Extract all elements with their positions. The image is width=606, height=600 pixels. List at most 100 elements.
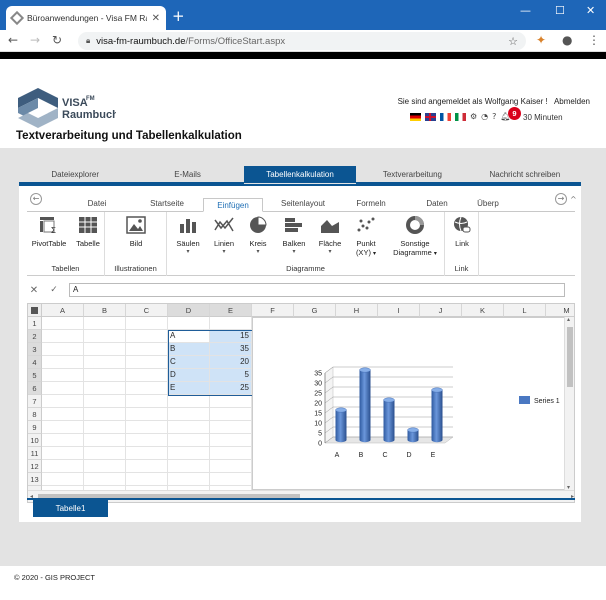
help-icon[interactable]: ?	[492, 112, 496, 121]
grid-cell[interactable]: B	[168, 343, 210, 356]
bookmark-star-icon[interactable]: ☆	[508, 35, 518, 48]
grid-cell[interactable]	[168, 460, 210, 473]
grid-cell[interactable]	[126, 382, 168, 395]
profile-avatar-icon[interactable]: ●	[562, 33, 572, 47]
grid-cell[interactable]	[42, 369, 84, 382]
grid-cell[interactable]	[126, 473, 168, 486]
row-header[interactable]: 1	[28, 317, 42, 330]
column-header[interactable]: B	[84, 304, 126, 317]
grid-cell[interactable]	[42, 434, 84, 447]
row-header[interactable]: 8	[28, 408, 42, 421]
browser-menu-icon[interactable]: ⋮	[588, 33, 600, 47]
column-header[interactable]: I	[378, 304, 420, 317]
grid-cell[interactable]	[126, 421, 168, 434]
grid-cell[interactable]	[84, 421, 126, 434]
grid-cell[interactable]	[210, 434, 252, 447]
ribbon-next-icon[interactable]: →	[555, 193, 567, 205]
row-header[interactable]: 7	[28, 395, 42, 408]
grid-cell[interactable]	[126, 395, 168, 408]
grid-cell[interactable]	[42, 317, 84, 330]
grid-cell[interactable]	[126, 447, 168, 460]
grid-cell[interactable]	[42, 343, 84, 356]
logout-link[interactable]: Abmelden	[554, 97, 590, 106]
grid-cell[interactable]: 25	[210, 382, 252, 395]
flaeche-button[interactable]: Fläche ▾	[315, 216, 345, 255]
ribbon-tab-einfuegen[interactable]: Einfügen	[203, 198, 263, 212]
column-header[interactable]: G	[294, 304, 336, 317]
cancel-formula-icon[interactable]: ✕	[27, 285, 41, 296]
vertical-scrollbar[interactable]: ▴ ▾	[564, 316, 574, 491]
grid-cell[interactable]	[84, 317, 126, 330]
grid-cell[interactable]	[84, 395, 126, 408]
grid-cell[interactable]	[84, 330, 126, 343]
column-header[interactable]: A	[42, 304, 84, 317]
grid-cell[interactable]: 20	[210, 356, 252, 369]
maximize-button[interactable]: ☐	[555, 4, 565, 17]
grid-cell[interactable]	[84, 369, 126, 382]
grid-cell[interactable]	[84, 434, 126, 447]
tabelle-button[interactable]: Tabelle	[73, 216, 103, 248]
link-button[interactable]: Link	[447, 216, 477, 248]
grid-cell[interactable]	[168, 421, 210, 434]
grid-cell[interactable]	[126, 330, 168, 343]
close-tab-icon[interactable]: ✕	[152, 13, 160, 24]
grid-cell[interactable]: 5	[210, 369, 252, 382]
row-header[interactable]: 4	[28, 356, 42, 369]
vertical-scroll-thumb[interactable]	[567, 327, 573, 387]
column-header[interactable]: C	[126, 304, 168, 317]
row-header[interactable]: 11	[28, 447, 42, 460]
grid-cell[interactable]: A	[168, 330, 210, 343]
ribbon-collapse-icon[interactable]: ^	[570, 195, 577, 204]
row-header[interactable]: 9	[28, 421, 42, 434]
forward-arrow-icon[interactable]: →	[30, 33, 40, 47]
ribbon-tab-startseite[interactable]: Startseite	[137, 197, 197, 211]
row-header[interactable]: 2	[28, 330, 42, 343]
grid-cell[interactable]	[84, 343, 126, 356]
grid-cell[interactable]	[42, 473, 84, 486]
column-header[interactable]: J	[420, 304, 462, 317]
tab-emails[interactable]: E-Mails	[131, 166, 245, 184]
grid-cell[interactable]	[168, 408, 210, 421]
grid-cell[interactable]	[126, 460, 168, 473]
close-window-button[interactable]: ✕	[586, 4, 595, 17]
grid-cell[interactable]	[168, 395, 210, 408]
saeulen-button[interactable]: Säulen ▾	[173, 216, 203, 255]
grid-cell[interactable]	[168, 317, 210, 330]
reload-icon[interactable]: ↻	[52, 33, 62, 47]
grid-cell[interactable]	[84, 408, 126, 421]
column-header[interactable]: E	[210, 304, 252, 317]
column-header[interactable]: L	[504, 304, 546, 317]
pivottable-button[interactable]: Σ PivotTable	[29, 216, 69, 248]
grid-cell[interactable]	[210, 447, 252, 460]
tab-dateiexplorer[interactable]: Dateiexplorer	[19, 166, 132, 184]
grid-cell[interactable]: C	[168, 356, 210, 369]
column-header[interactable]: K	[462, 304, 504, 317]
scroll-up-icon[interactable]: ▴	[567, 316, 570, 323]
tab-nachricht-schreiben[interactable]: Nachricht schreiben	[468, 166, 582, 184]
chart-object[interactable]: 0 5 10 15 20 25 30 35 A B C D E Series 1	[252, 317, 568, 490]
grid-cell[interactable]	[210, 473, 252, 486]
column-header[interactable]: D	[168, 304, 210, 317]
grid-cell[interactable]	[126, 408, 168, 421]
grid-cell[interactable]	[42, 330, 84, 343]
ribbon-tab-datei[interactable]: Datei	[67, 197, 127, 211]
visa-fm-logo[interactable]: VISA FM Raumbuch	[16, 86, 119, 128]
sonstige-diagramme-button[interactable]: Sonstige Diagramme ▾	[391, 216, 439, 257]
row-header[interactable]: 10	[28, 434, 42, 447]
grid-cell[interactable]	[126, 369, 168, 382]
tab-textverarbeitung[interactable]: Textverarbeitung	[356, 166, 470, 184]
grid-cell[interactable]	[168, 447, 210, 460]
row-header[interactable]: 3	[28, 343, 42, 356]
column-header[interactable]: F	[252, 304, 294, 317]
grid-cell[interactable]	[42, 460, 84, 473]
grid-cell[interactable]: D	[168, 369, 210, 382]
spreadsheet-grid[interactable]: ABCDEFGHIJKLM 1234567891011121314 A15B35…	[27, 303, 575, 503]
ribbon-tab-ueberpruefen[interactable]: Überp	[473, 197, 503, 211]
grid-cell[interactable]	[126, 356, 168, 369]
grid-cell[interactable]	[84, 473, 126, 486]
ribbon-tab-daten[interactable]: Daten	[407, 197, 467, 211]
browser-tab[interactable]: Büroanwendungen - Visa FM Ra ✕	[6, 6, 166, 30]
confirm-formula-icon[interactable]: ✓	[47, 285, 61, 295]
grid-cell[interactable]	[42, 447, 84, 460]
rss-icon[interactable]: ◔	[481, 112, 488, 121]
